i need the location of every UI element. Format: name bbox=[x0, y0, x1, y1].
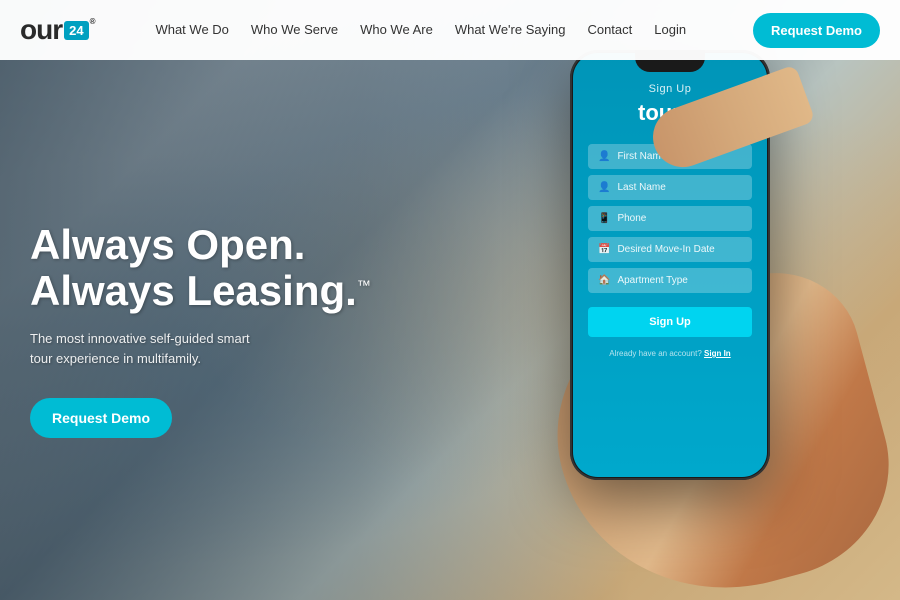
phone-signin-link[interactable]: Sign In bbox=[704, 349, 731, 358]
person-icon-2: 👤 bbox=[598, 182, 610, 193]
phone-field-phone-label: Phone bbox=[617, 213, 646, 224]
nav-item-login[interactable]: Login bbox=[654, 21, 686, 39]
nav-item-who-we-serve[interactable]: Who We Serve bbox=[251, 21, 338, 39]
phone-field-apartment-label: Apartment Type bbox=[617, 275, 687, 286]
phone-signup-button[interactable]: Sign Up bbox=[588, 307, 752, 337]
nav-item-what-we-do[interactable]: What We Do bbox=[155, 21, 228, 39]
hero-headline: Always Open. Always Leasing.™ bbox=[30, 222, 375, 314]
nav-link-who-we-are[interactable]: Who We Are bbox=[360, 22, 433, 37]
hero-request-demo-button[interactable]: Request Demo bbox=[30, 398, 172, 438]
nav-request-demo-button[interactable]: Request Demo bbox=[753, 13, 880, 48]
logo-text: our bbox=[20, 14, 62, 46]
phone-signup-title: Sign Up bbox=[649, 83, 692, 95]
phone-form: 👤 First Name 👤 Last Name 📱 Phone 📅 bbox=[588, 144, 752, 358]
phone-icon: 📱 bbox=[598, 213, 610, 224]
trademark: ™ bbox=[357, 277, 371, 293]
home-icon: 🏠 bbox=[598, 275, 610, 286]
nav-link-who-we-serve[interactable]: Who We Serve bbox=[251, 22, 338, 37]
nav-link-whats-saying[interactable]: What We're Saying bbox=[455, 22, 566, 37]
nav-link-contact[interactable]: Contact bbox=[587, 22, 632, 37]
phone-field-lastname: 👤 Last Name bbox=[588, 175, 752, 200]
headline-line1: Always Open. bbox=[30, 221, 305, 268]
nav-item-contact[interactable]: Contact bbox=[587, 21, 632, 39]
phone-field-movein-label: Desired Move-In Date bbox=[617, 244, 714, 255]
nav-links: What We Do Who We Serve Who We Are What … bbox=[155, 21, 686, 39]
phone-signin-prompt: Already have an account? bbox=[609, 349, 702, 358]
nav-item-who-we-are[interactable]: Who We Are bbox=[360, 21, 433, 39]
phone-field-movein: 📅 Desired Move-In Date bbox=[588, 237, 752, 262]
phone-signin-text: Already have an account? Sign In bbox=[588, 349, 752, 358]
phone-field-lastname-label: Last Name bbox=[617, 182, 665, 193]
nav-link-login[interactable]: Login bbox=[654, 22, 686, 37]
hero-content: Always Open. Always Leasing.™ The most i… bbox=[0, 60, 405, 600]
logo-box: 24 bbox=[64, 21, 88, 40]
nav-item-whats-saying[interactable]: What We're Saying bbox=[455, 21, 566, 39]
navigation: our 24 What We Do Who We Serve Who We Ar… bbox=[0, 0, 900, 60]
calendar-icon: 📅 bbox=[598, 244, 610, 255]
hero-section: our 24 What We Do Who We Serve Who We Ar… bbox=[0, 0, 900, 600]
phone-field-phone: 📱 Phone bbox=[588, 206, 752, 231]
headline-line2: Always Leasing. bbox=[30, 267, 357, 314]
hero-subtext: The most innovative self-guided smart to… bbox=[30, 329, 270, 368]
nav-link-what-we-do[interactable]: What We Do bbox=[155, 22, 228, 37]
phone-mockup-container: Sign Up tour 24 👤 First Name 👤 Last Name bbox=[540, 50, 820, 570]
logo[interactable]: our 24 bbox=[20, 14, 89, 46]
person-icon: 👤 bbox=[598, 151, 610, 162]
phone-field-apartment: 🏠 Apartment Type bbox=[588, 268, 752, 293]
